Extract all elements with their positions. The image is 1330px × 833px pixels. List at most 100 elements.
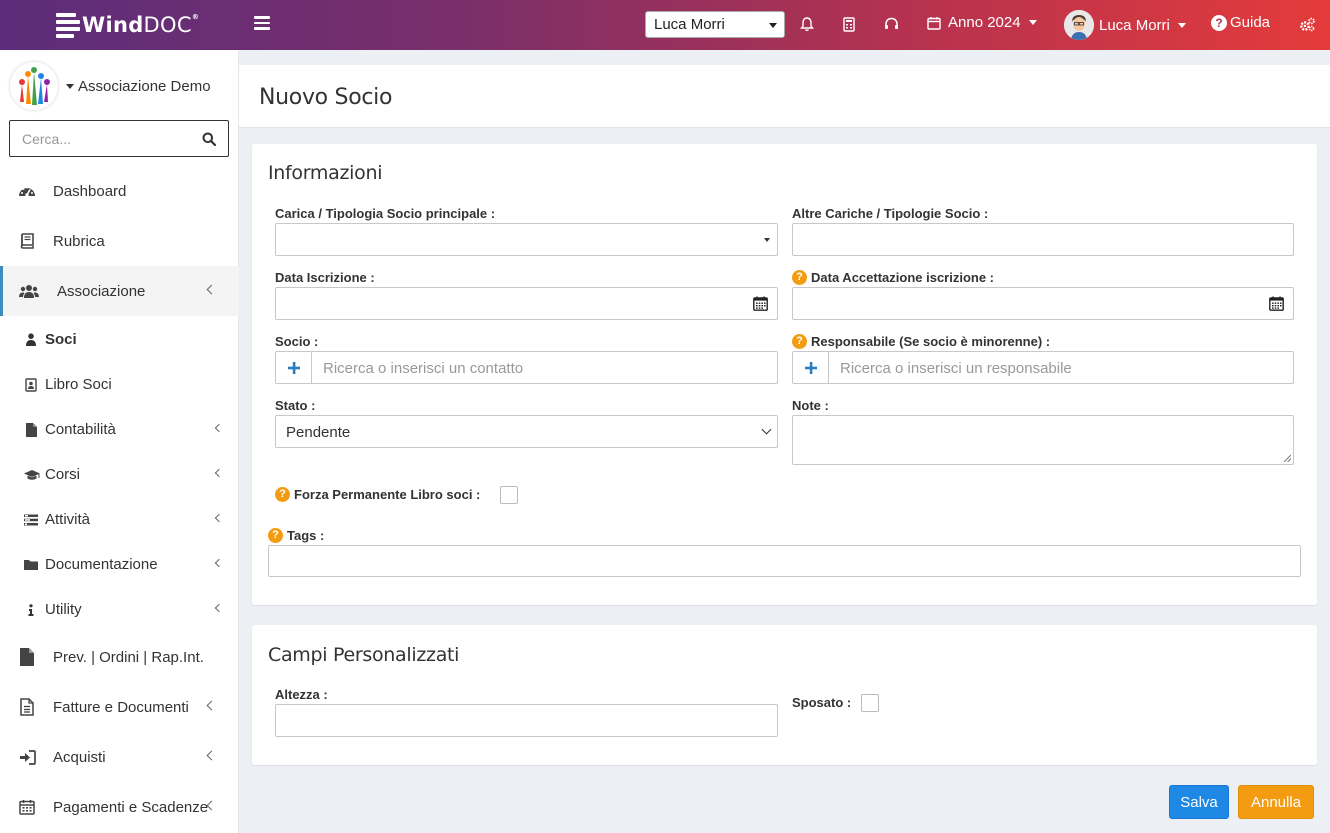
stato-select[interactable]: Pendente (275, 415, 778, 448)
sidebar-subitem-label: Libro Soci (45, 376, 112, 393)
chevron-down-icon (769, 23, 777, 28)
org-name: Associazione Demo (66, 78, 211, 95)
responsabile-label: ? Responsabile (Se socio è minorenne) : (792, 334, 1050, 349)
search-icon[interactable] (202, 132, 217, 149)
custom-fields-panel: Campi Personalizzati (252, 625, 1317, 765)
calculator-icon[interactable] (841, 15, 857, 33)
page-title: Nuovo Socio (259, 85, 393, 110)
chevron-down-icon (761, 424, 772, 435)
calendar-icon[interactable] (753, 296, 768, 311)
folder-icon (24, 557, 38, 573)
calendar-icon (17, 797, 37, 817)
altezza-input[interactable] (275, 704, 778, 737)
sidebar-item-label: Dashboard (53, 182, 127, 200)
cancel-button[interactable]: Annulla (1238, 785, 1314, 819)
calendar-icon (927, 16, 941, 30)
chevron-left-icon (206, 700, 217, 711)
chevron-down-icon (1028, 20, 1037, 25)
question-circle-icon[interactable]: ? (792, 334, 807, 349)
bell-icon[interactable] (799, 15, 815, 33)
sidebar-subitem-contabilita[interactable]: Contabilità (0, 407, 239, 452)
gears-icon[interactable] (1299, 15, 1316, 33)
sidebar-subitem-label: Utility (45, 601, 82, 618)
sidebar-subitem-soci[interactable]: Soci (0, 317, 239, 362)
resize-handle-icon[interactable] (1283, 454, 1291, 462)
sidebar-item-rubrica[interactable]: Rubrica (0, 216, 239, 266)
app-logo[interactable]: WindDOC® (56, 8, 199, 42)
sidebar-item-associazione[interactable]: Associazione (0, 266, 239, 316)
add-contact-button[interactable] (276, 352, 312, 383)
help-link[interactable]: ? Guida (1211, 14, 1270, 31)
responsabile-input[interactable]: Ricerca o inserisci un responsabile (792, 351, 1294, 384)
headset-icon[interactable] (883, 15, 899, 33)
sidebar-subitem-label: Contabilità (45, 421, 116, 438)
calendar-icon[interactable] (1269, 296, 1284, 311)
chevron-left-icon (206, 284, 217, 295)
note-textarea[interactable] (792, 415, 1294, 465)
sidebar-subitem-attivita[interactable]: Attività (0, 497, 239, 542)
file-icon (17, 647, 37, 667)
tags-input[interactable] (268, 545, 1301, 577)
sidebar-subitem-label: Documentazione (45, 556, 158, 573)
sidebar-subitem-documentazione[interactable]: Documentazione (0, 542, 239, 587)
responsabile-placeholder: Ricerca o inserisci un responsabile (840, 360, 1072, 377)
avatar (1064, 10, 1094, 40)
socio-label: Socio : (275, 334, 319, 349)
chevron-down-icon (1177, 22, 1186, 28)
chevron-left-icon (214, 468, 224, 478)
sidebar-subitem-label: Attività (45, 511, 91, 528)
sign-in-icon (17, 747, 37, 767)
chevron-left-icon (214, 558, 224, 568)
tags-label: ? Tags : (268, 528, 324, 543)
caret-down-icon (66, 83, 74, 89)
tasks-icon (24, 512, 38, 528)
org-logo (10, 62, 58, 110)
year-label: Anno 2024 (948, 14, 1021, 31)
sidebar-subitem-utility[interactable]: Utility (0, 587, 239, 632)
sidebar-toggle-icon[interactable] (254, 16, 270, 30)
user-select-value: Luca Morri (654, 16, 725, 33)
data-iscrizione-input[interactable] (275, 287, 778, 320)
data-accettazione-input[interactable] (792, 287, 1294, 320)
user-menu[interactable]: Luca Morri (1064, 10, 1186, 40)
sidebar-item-preventivi[interactable]: Prev. | Ordini | Rap.Int. (0, 632, 239, 682)
chevron-left-icon (206, 750, 217, 761)
top-navbar: WindDOC® Luca Morri Anno 2024 Luca Morri… (0, 0, 1330, 50)
search-input[interactable] (10, 121, 190, 156)
sidebar-subitem-label: Corsi (45, 466, 81, 483)
question-circle-icon[interactable]: ? (792, 270, 807, 285)
sidebar-item-label: Fatture e Documenti (53, 698, 189, 716)
address-book-icon (24, 377, 38, 393)
logo-doc-icon (56, 11, 80, 39)
question-circle-icon[interactable]: ? (275, 487, 290, 502)
add-responsabile-button[interactable] (793, 352, 829, 383)
question-circle-icon[interactable]: ? (268, 528, 283, 543)
sidebar-item-label: Pagamenti e Scadenze (53, 798, 209, 816)
book-icon (17, 231, 37, 251)
user-select[interactable]: Luca Morri (645, 11, 785, 38)
carica-select[interactable] (275, 223, 778, 256)
stato-value: Pendente (286, 424, 351, 441)
sidebar-item-acquisti[interactable]: Acquisti (0, 732, 239, 782)
org-switcher[interactable]: Associazione Demo (10, 62, 211, 110)
altre-cariche-label: Altre Cariche / Tipologie Socio : (792, 206, 989, 221)
tachometer-icon (17, 181, 37, 201)
forza-permanente-checkbox[interactable] (500, 486, 518, 504)
altre-cariche-input[interactable] (792, 223, 1294, 256)
sidebar-item-pagamenti[interactable]: Pagamenti e Scadenze (0, 782, 239, 832)
socio-input[interactable]: Ricerca o inserisci un contatto (275, 351, 778, 384)
sposato-checkbox[interactable] (861, 694, 879, 712)
stato-label: Stato : (275, 398, 316, 413)
sidebar-subitem-corsi[interactable]: Corsi (0, 452, 239, 497)
carica-label: Carica / Tipologia Socio principale : (275, 206, 496, 221)
content-header: Nuovo Socio (239, 65, 1330, 128)
sidebar-item-fatture[interactable]: Fatture e Documenti (0, 682, 239, 732)
sidebar-subitem-libro-soci[interactable]: Libro Soci (0, 362, 239, 407)
question-circle-icon: ? (1211, 14, 1227, 31)
users-icon (19, 281, 39, 301)
sposato-label: Sposato : (792, 695, 852, 710)
save-button[interactable]: Salva (1169, 785, 1229, 819)
sidebar-search (9, 120, 229, 157)
sidebar-item-dashboard[interactable]: Dashboard (0, 166, 239, 216)
year-selector[interactable]: Anno 2024 (927, 14, 1037, 31)
